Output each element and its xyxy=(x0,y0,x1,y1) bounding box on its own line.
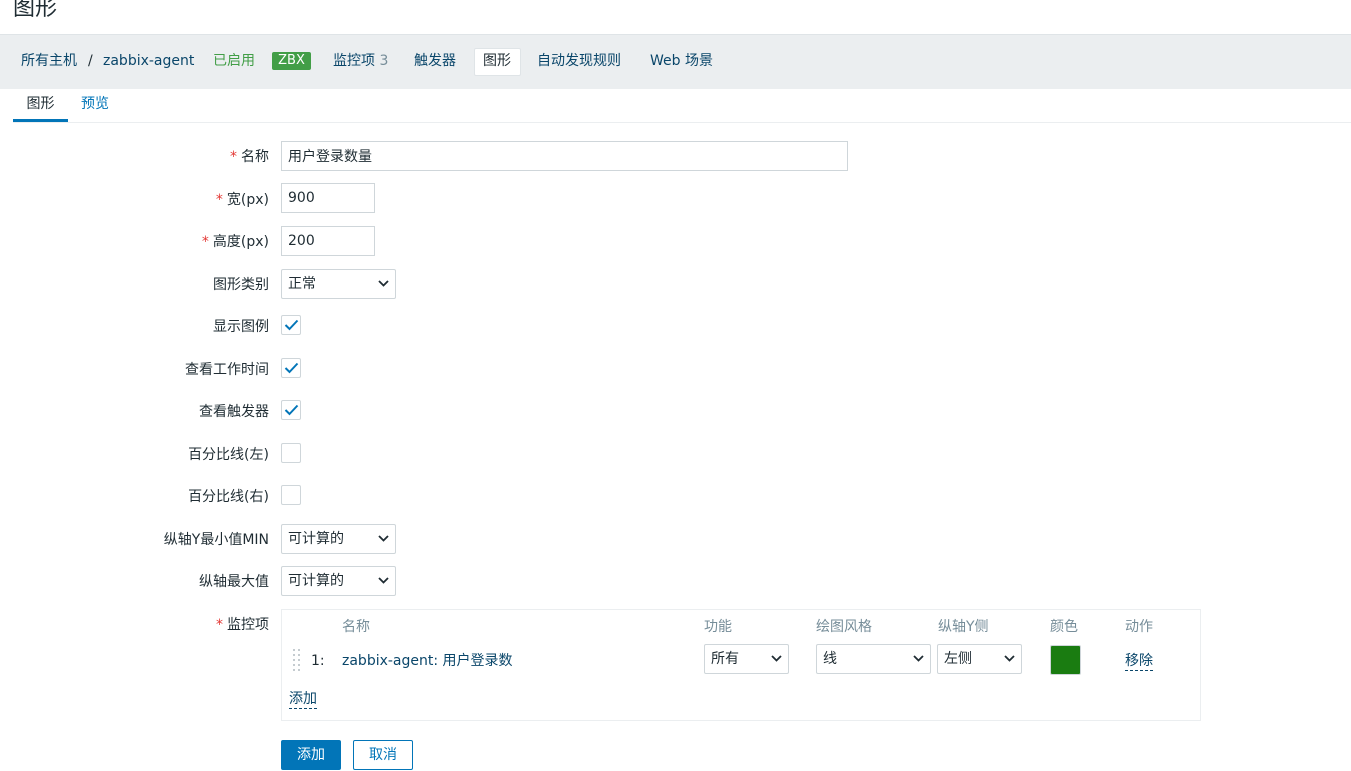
item-remove-link[interactable]: 移除 xyxy=(1125,652,1153,671)
item-y-axis-side-select[interactable]: 左侧 xyxy=(937,644,1022,674)
item-row-name-link[interactable]: zabbix-agent: 用户登录数 xyxy=(342,652,513,670)
item-y-axis-side-value: 左侧 xyxy=(944,651,972,667)
chevron-down-icon xyxy=(771,655,782,662)
host-nav-items[interactable]: 监控项 3 xyxy=(333,50,388,72)
chevron-down-icon xyxy=(378,577,389,584)
add-item-link[interactable]: 添加 xyxy=(289,690,317,709)
required-marker: * xyxy=(215,192,223,208)
add-button[interactable]: 添加 xyxy=(281,740,341,770)
graph-type-value: 正常 xyxy=(288,276,316,292)
show-legend-label: 显示图例 xyxy=(213,319,269,335)
items-header-action: 动作 xyxy=(1125,619,1153,635)
host-nav-items-label: 监控项 xyxy=(333,53,375,69)
y-max-value: 可计算的 xyxy=(288,573,344,589)
checkmark-icon xyxy=(284,362,299,374)
width-label: * 宽(px) xyxy=(215,192,269,208)
width-input[interactable] xyxy=(281,183,375,213)
y-min-value: 可计算的 xyxy=(288,531,344,547)
required-marker: * xyxy=(201,234,209,250)
percentile-right-label: 百分比线(右) xyxy=(188,489,269,505)
drag-handle-icon[interactable] xyxy=(292,648,302,672)
checkmark-icon xyxy=(284,319,299,331)
item-color-picker[interactable] xyxy=(1050,645,1081,675)
percentile-left-checkbox[interactable] xyxy=(281,443,301,463)
item-draw-style-value: 线 xyxy=(823,651,837,667)
zbx-availability-badge: ZBX xyxy=(272,52,311,70)
tab-preview[interactable]: 预览 xyxy=(81,93,109,122)
y-max-select[interactable]: 可计算的 xyxy=(281,566,396,596)
graph-type-select[interactable]: 正常 xyxy=(281,269,396,299)
graph-items-table: 名称 功能 绘图风格 纵轴Y侧 颜色 动作 1: zabbix-agent: 用… xyxy=(281,609,1201,721)
tab-graph[interactable]: 图形 xyxy=(13,93,68,122)
y-min-select[interactable]: 可计算的 xyxy=(281,524,396,554)
items-header-function: 功能 xyxy=(704,619,732,635)
show-working-time-label: 查看工作时间 xyxy=(185,362,269,378)
host-status-enabled[interactable]: 已启用 xyxy=(213,50,255,72)
breadcrumb-host-name[interactable]: zabbix-agent xyxy=(103,50,194,72)
breadcrumb-separator: / xyxy=(88,53,93,69)
show-legend-checkbox[interactable] xyxy=(281,315,301,335)
form-tabs: 图形 预览 xyxy=(13,89,1351,123)
show-triggers-label: 查看触发器 xyxy=(199,404,269,420)
height-input[interactable] xyxy=(281,226,375,256)
name-label: * 名称 xyxy=(230,149,269,165)
y-min-label: 纵轴Y最小值MIN xyxy=(163,532,269,548)
required-marker: * xyxy=(216,617,223,633)
host-nav-triggers[interactable]: 触发器 xyxy=(414,50,456,72)
host-nav-discovery-rules[interactable]: 自动发现规则 xyxy=(537,50,621,72)
page-title: 图形 xyxy=(13,0,58,21)
items-header-name: 名称 xyxy=(342,619,370,635)
show-working-time-checkbox[interactable] xyxy=(281,358,301,378)
items-header-draw-style: 绘图风格 xyxy=(816,619,872,635)
name-input[interactable] xyxy=(281,141,848,171)
host-nav-items-count: 3 xyxy=(379,53,389,69)
chevron-down-icon xyxy=(1004,655,1015,662)
percentile-left-label: 百分比线(左) xyxy=(188,447,269,463)
graph-type-label: 图形类别 xyxy=(213,277,269,293)
height-label: * 高度(px) xyxy=(201,234,269,250)
host-navigation: 所有主机 / zabbix-agent 已启用 ZBX 监控项 3 触发器 图形… xyxy=(0,34,1351,89)
y-max-label: 纵轴最大值 xyxy=(199,574,269,590)
item-function-select[interactable]: 所有 xyxy=(704,644,789,674)
item-draw-style-select[interactable]: 线 xyxy=(816,644,931,674)
chevron-down-icon xyxy=(378,280,389,287)
host-nav-graphs[interactable]: 图形 xyxy=(483,50,511,72)
breadcrumb-all-hosts[interactable]: 所有主机 xyxy=(21,50,77,72)
items-header-y-axis-side: 纵轴Y侧 xyxy=(938,619,989,635)
items-label: * 监控项 xyxy=(216,617,269,633)
show-triggers-checkbox[interactable] xyxy=(281,400,301,420)
chevron-down-icon xyxy=(378,535,389,542)
item-function-value: 所有 xyxy=(711,651,739,667)
checkmark-icon xyxy=(284,404,299,416)
chevron-down-icon xyxy=(913,655,924,662)
item-row-index: 1: xyxy=(311,653,325,669)
required-marker: * xyxy=(230,149,237,165)
percentile-right-checkbox[interactable] xyxy=(281,485,301,505)
cancel-button[interactable]: 取消 xyxy=(353,740,413,770)
host-nav-web-scenarios[interactable]: Web 场景 xyxy=(650,50,713,72)
items-header-color: 颜色 xyxy=(1050,619,1078,635)
